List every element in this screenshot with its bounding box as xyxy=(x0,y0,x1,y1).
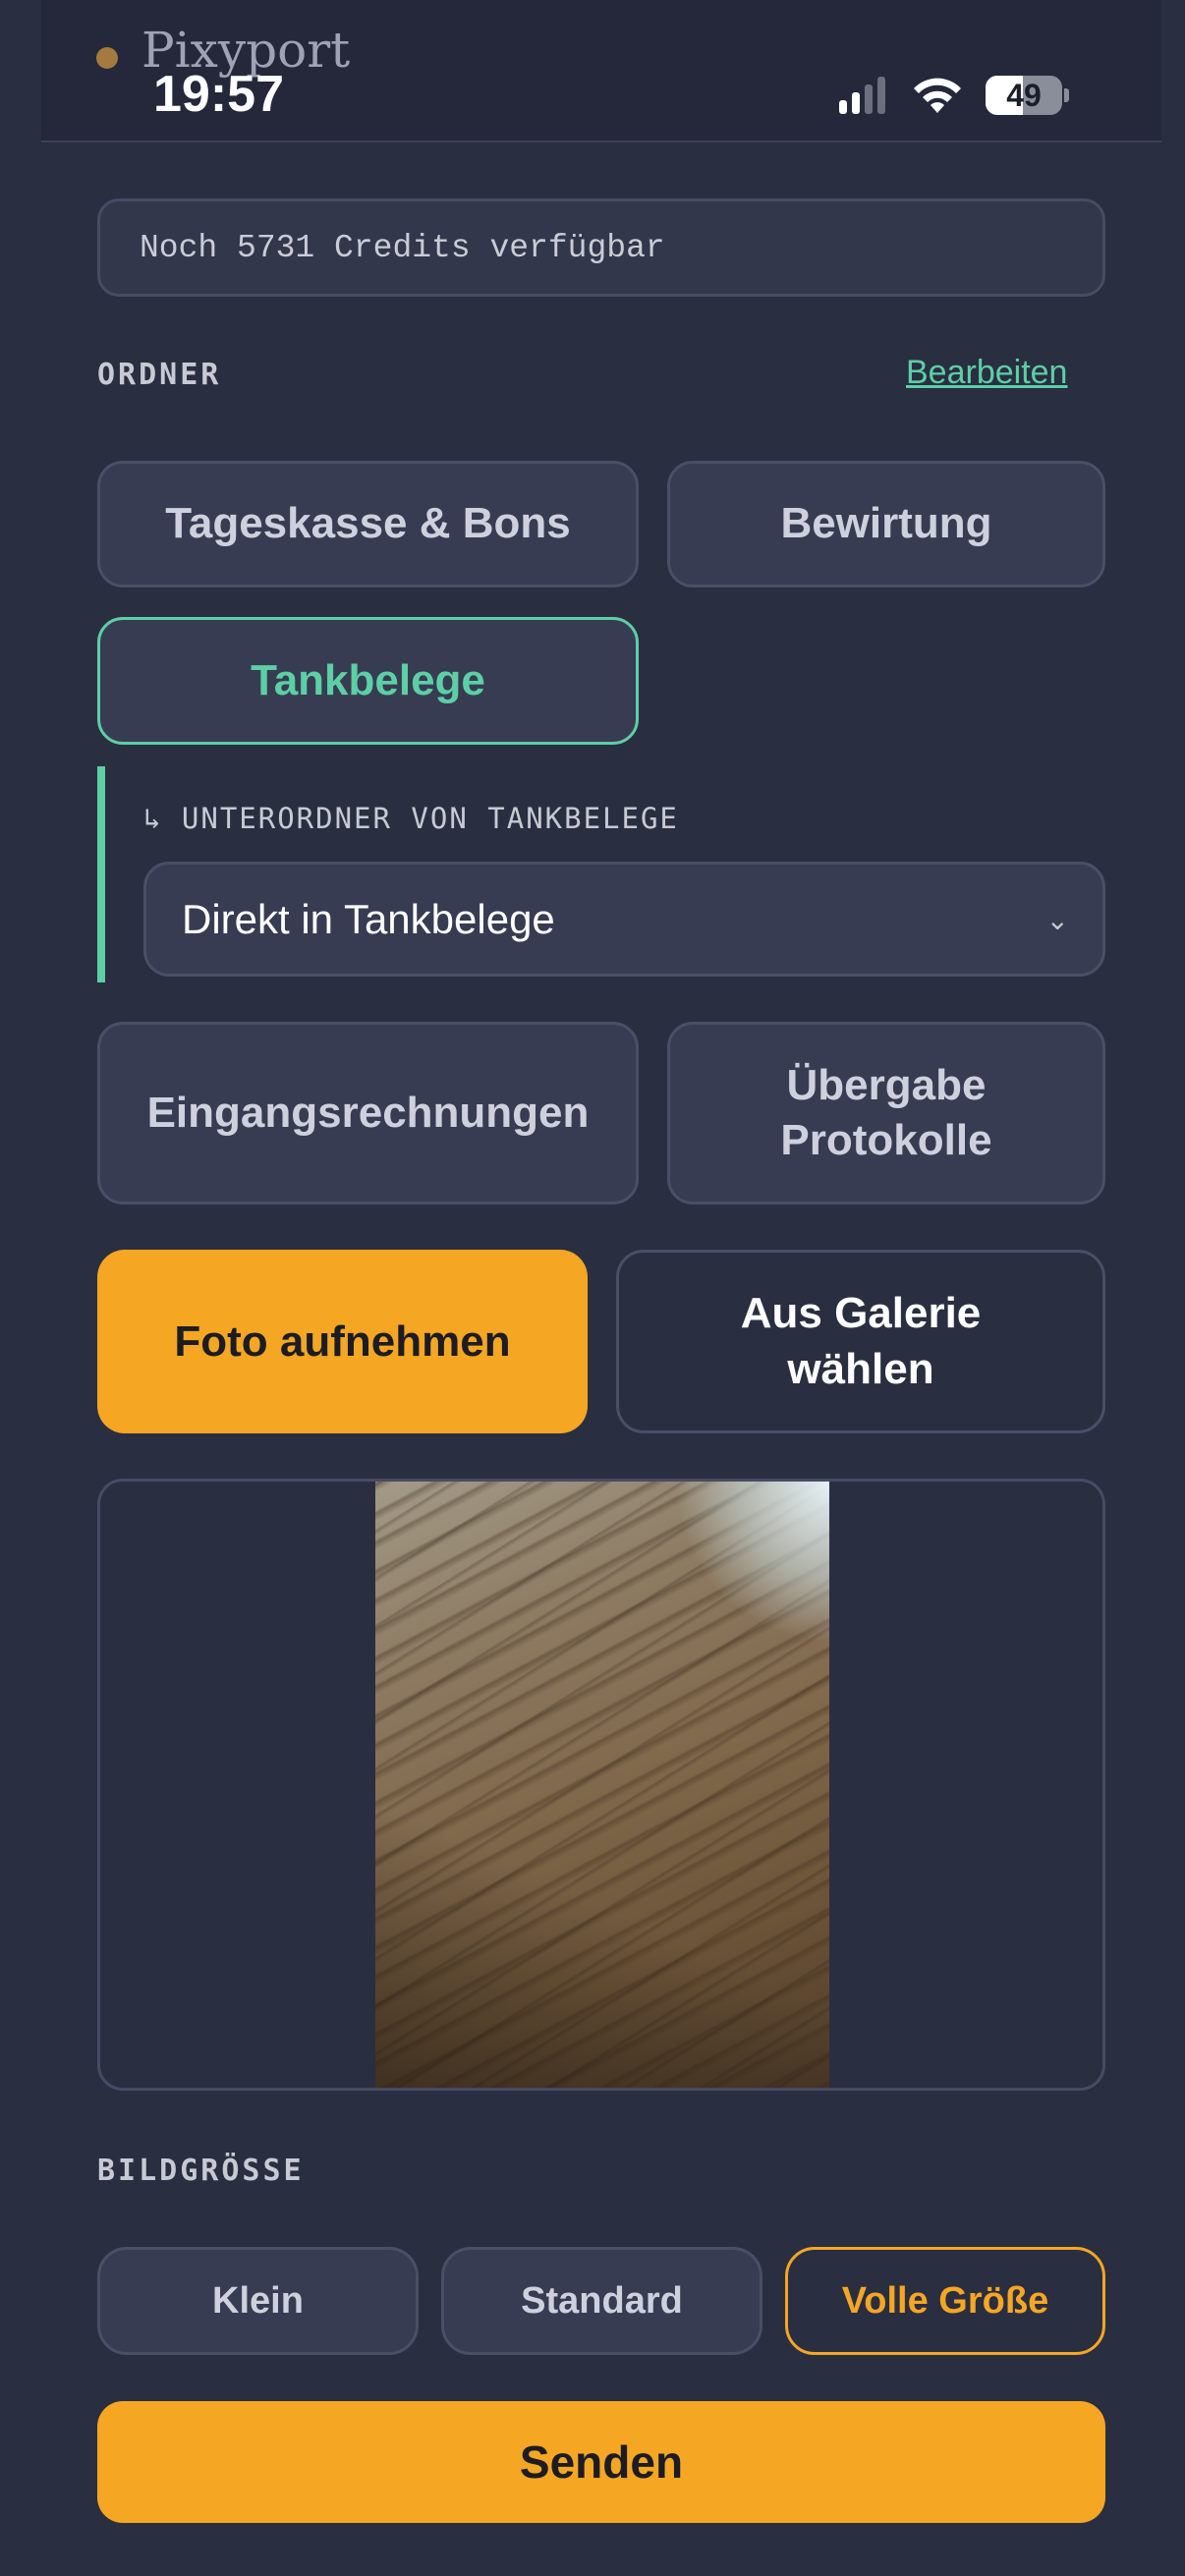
captured-photo xyxy=(375,1482,829,2088)
size-option-klein[interactable]: Klein xyxy=(97,2247,419,2355)
folders-section-label: ORDNER xyxy=(97,358,222,392)
wifi-icon xyxy=(914,78,961,113)
gallery-button[interactable]: Aus Galerie wählen xyxy=(616,1250,1105,1433)
battery-tip xyxy=(1064,88,1069,102)
folder-bewirtung[interactable]: Bewirtung xyxy=(667,461,1105,588)
chevron-down-icon: ⌄ xyxy=(1045,905,1069,935)
subfolder-indicator xyxy=(97,766,105,982)
signal-icon xyxy=(839,77,885,114)
battery-level: 49 xyxy=(1006,77,1042,113)
subfolder-selected-value: Direkt in Tankbelege xyxy=(182,895,555,942)
image-size-label: BILDGRÖSSE xyxy=(97,2154,305,2188)
folder-tankbelege[interactable]: Tankbelege xyxy=(97,617,639,745)
send-button[interactable]: Senden xyxy=(97,2401,1105,2523)
battery-icon: 49 xyxy=(986,76,1062,115)
folder-uebergabe-protokolle[interactable]: Übergabe Protokolle xyxy=(667,1022,1105,1204)
folder-eingangsrechnungen[interactable]: Eingangsrechnungen xyxy=(97,1022,639,1204)
app-header: Pixyport 19:57 49 xyxy=(41,0,1161,142)
credits-field: Noch 5731 Credits verfügbar xyxy=(97,198,1105,297)
status-indicators: 49 xyxy=(839,73,1069,118)
subfolder-select[interactable]: Direkt in Tankbelege ⌄ xyxy=(143,862,1105,977)
folder-tageskasse-bons[interactable]: Tageskasse & Bons xyxy=(97,461,639,588)
size-option-volle-groesse[interactable]: Volle Größe xyxy=(785,2247,1105,2355)
brand-dot xyxy=(96,47,118,69)
size-option-standard[interactable]: Standard xyxy=(441,2247,762,2355)
edit-folders-link[interactable]: Bearbeiten xyxy=(906,354,1067,392)
image-preview xyxy=(97,1479,1105,2091)
subfolder-label: ↳ UNTERORDNER VON TANKBELEGE xyxy=(143,802,679,835)
status-time: 19:57 xyxy=(153,66,284,123)
take-photo-button[interactable]: Foto aufnehmen xyxy=(97,1250,588,1433)
